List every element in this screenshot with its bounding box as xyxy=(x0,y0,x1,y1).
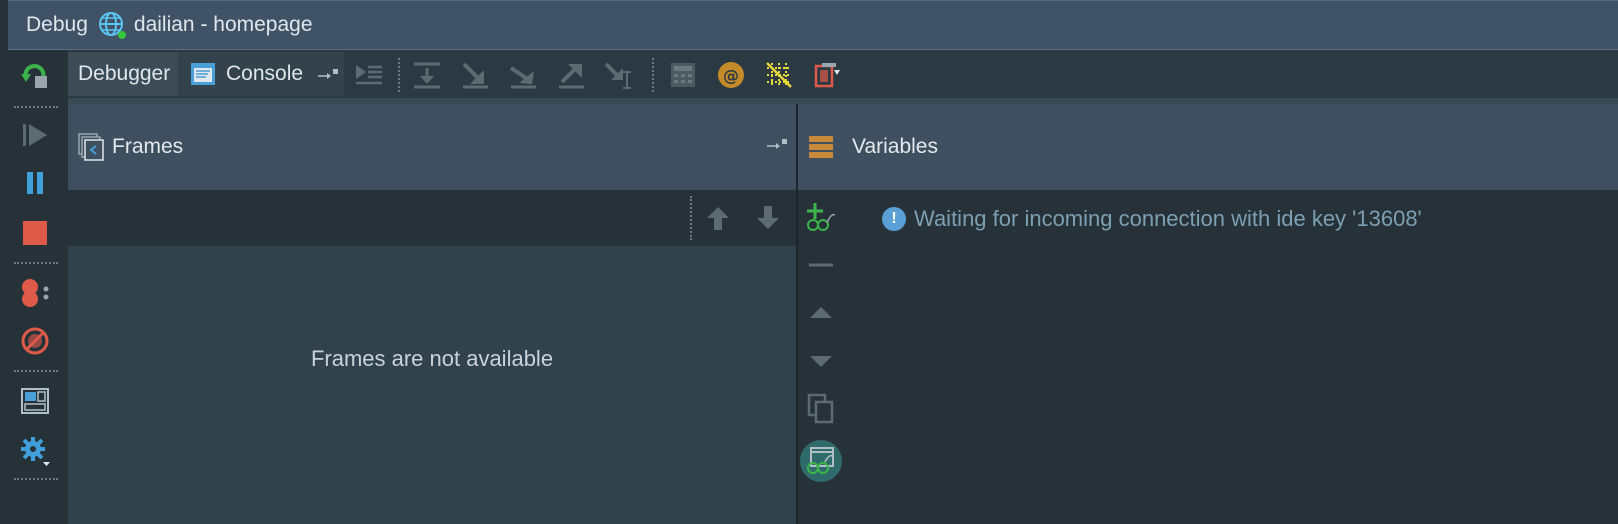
globe-icon xyxy=(98,11,126,39)
listen-connections-icon[interactable] xyxy=(762,58,796,92)
debug-side-toolbar xyxy=(0,50,68,524)
move-watch-down-icon[interactable] xyxy=(804,344,838,378)
rerun-icon[interactable] xyxy=(18,58,52,92)
view-breakpoints-icon[interactable] xyxy=(18,276,52,310)
mute-breakpoints-icon[interactable] xyxy=(18,324,52,358)
info-icon: ! xyxy=(882,207,906,231)
pause-program-icon[interactable] xyxy=(18,166,52,200)
show-execution-point-icon[interactable] xyxy=(352,58,386,92)
variables-side-toolbar xyxy=(798,190,844,524)
debug-tool-window-titlebar: Debug dailian - homepage xyxy=(8,0,1618,50)
evaluate-expression-icon[interactable] xyxy=(666,58,700,92)
show-watches-toggle-icon[interactable] xyxy=(800,440,842,482)
clipboard-restore-icon[interactable] xyxy=(810,58,844,92)
restore-layout-icon[interactable] xyxy=(18,384,52,418)
settings-gear-icon[interactable] xyxy=(18,434,52,468)
debugger-toolbar: Debugger Console @ xyxy=(68,50,1618,98)
tab-debugger-label: Debugger xyxy=(78,62,171,85)
step-over-icon[interactable] xyxy=(410,58,444,92)
step-into-icon[interactable] xyxy=(458,58,492,92)
move-watch-up-icon[interactable] xyxy=(804,296,838,330)
frames-list: Frames are not available xyxy=(68,246,796,524)
duplicate-watch-icon[interactable] xyxy=(804,392,838,426)
pin-frames-icon[interactable] xyxy=(766,136,788,152)
frames-empty-message: Frames are not available xyxy=(310,346,554,371)
tab-console[interactable]: Console xyxy=(178,52,344,96)
svg-text:@: @ xyxy=(723,66,739,85)
web-server-debug-icon[interactable]: @ xyxy=(714,58,748,92)
frames-icon xyxy=(78,133,104,161)
connection-status: ! Waiting for incoming connection with i… xyxy=(882,206,1422,232)
frames-header: Frames xyxy=(68,104,796,190)
frames-panel: Frames Frames are not available xyxy=(68,104,796,524)
run-configuration-name[interactable]: dailian - homepage xyxy=(134,13,313,37)
variables-title: Variables xyxy=(852,135,938,158)
tab-debugger[interactable]: Debugger xyxy=(68,52,178,96)
new-watch-icon[interactable] xyxy=(804,200,838,234)
variables-header: Variables xyxy=(798,104,1618,190)
variables-panel: Variables ! Waiting for incoming connect… xyxy=(798,104,1618,524)
pin-tab-icon[interactable] xyxy=(317,66,339,82)
variables-icon xyxy=(809,136,833,158)
stop-icon[interactable] xyxy=(18,216,52,250)
force-step-into-icon[interactable] xyxy=(506,58,540,92)
connected-indicator-icon xyxy=(117,31,126,39)
previous-frame-icon[interactable] xyxy=(704,204,732,237)
step-out-icon[interactable] xyxy=(554,58,588,92)
next-frame-icon[interactable] xyxy=(754,204,782,237)
console-icon xyxy=(191,63,215,85)
frames-toolbar xyxy=(68,190,796,246)
connection-status-message: Waiting for incoming connection with ide… xyxy=(914,206,1422,231)
run-to-cursor-icon[interactable] xyxy=(602,58,636,92)
tab-console-label: Console xyxy=(226,62,304,85)
remove-watch-icon[interactable] xyxy=(804,248,838,282)
frames-title: Frames xyxy=(112,135,184,158)
resume-program-icon[interactable] xyxy=(18,118,52,152)
tool-window-title: Debug xyxy=(26,13,88,36)
